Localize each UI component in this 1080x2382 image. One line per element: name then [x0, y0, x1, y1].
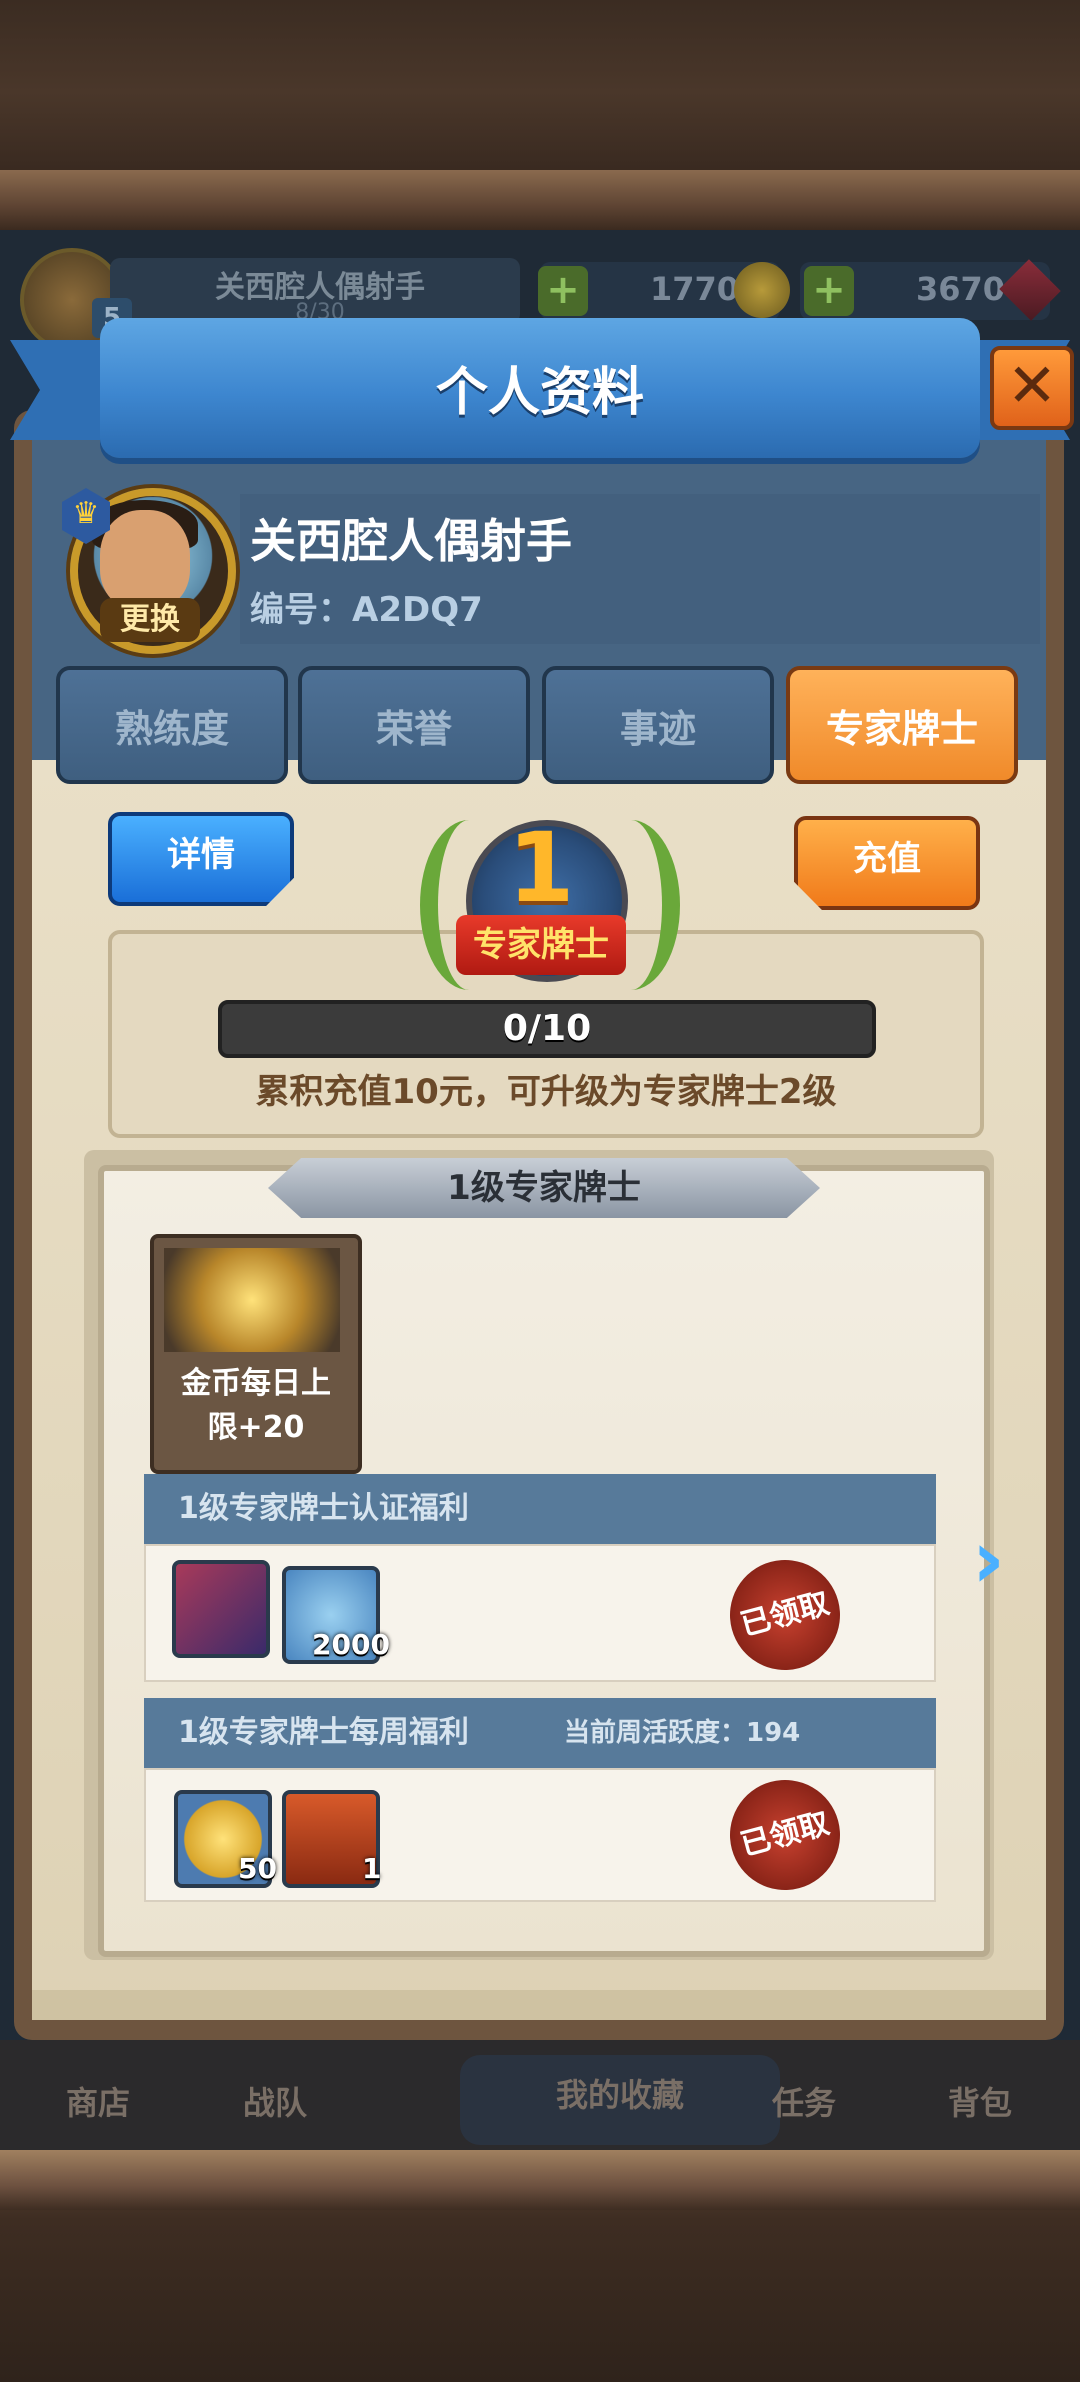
recharge-button[interactable]: 充值 — [794, 816, 980, 910]
perk-label-line1: 金币每日上 — [181, 1366, 331, 1401]
dialog-title: 个人资料 — [435, 363, 644, 423]
player-name: 关西腔人偶射手 — [250, 514, 572, 568]
nav-tasks[interactable]: 任务 — [724, 2078, 884, 2124]
nav-collection[interactable]: 我的收藏 — [540, 2070, 700, 2116]
background-bottom-rail — [0, 2150, 1080, 2210]
crown-icon: ♛ — [72, 496, 100, 531]
tab-honor[interactable]: 荣誉 — [298, 666, 530, 784]
coin-qty: 50 — [238, 1852, 277, 1885]
tab-deeds[interactable]: 事迹 — [542, 666, 774, 784]
panel-bottom-rim — [32, 1990, 1046, 2020]
background-top-rail — [0, 170, 1080, 230]
nav-bag[interactable]: 背包 — [900, 2078, 1060, 2124]
weekly-section-header: 1级专家牌士每周福利 当前周活跃度：194 — [144, 1698, 936, 1768]
nav-team[interactable]: 战队 — [195, 2078, 355, 2124]
details-button[interactable]: 详情 — [108, 812, 294, 906]
tab-expert[interactable]: 专家牌士 — [786, 666, 1018, 784]
player-id-row: 编号：A2DQ7 — [250, 582, 483, 631]
cert-section-title: 1级专家牌士认证福利 — [178, 1491, 469, 1526]
potion-qty: 2000 — [312, 1628, 390, 1661]
player-id-value: A2DQ7 — [352, 590, 483, 630]
weekly-section-title: 1级专家牌士每周福利 — [178, 1715, 469, 1750]
next-arrow-icon[interactable]: › — [972, 1520, 1022, 1600]
close-button[interactable]: ✕ — [990, 346, 1074, 430]
chest-qty: 1 — [362, 1852, 382, 1885]
progress-text: 0/10 — [502, 1008, 592, 1049]
gold-coin-icon — [734, 262, 790, 318]
change-avatar-button[interactable]: 更换 — [100, 598, 200, 642]
hud-gold: 1770 — [650, 270, 740, 308]
hero-icon[interactable] — [172, 1560, 270, 1658]
gold-chest-icon — [164, 1248, 340, 1352]
perk-label-line2: 限+20 — [207, 1410, 305, 1445]
badge-title: 专家牌士 — [456, 915, 626, 975]
hud-gems: 3670 — [916, 270, 1006, 308]
avatar-face — [100, 510, 190, 610]
perk-label: 金币每日上 限+20 — [150, 1362, 362, 1450]
scroll-title: 1级专家牌士 — [268, 1158, 820, 1218]
badge-level: 1 — [507, 812, 575, 924]
cert-section-header: 1级专家牌士认证福利 — [144, 1474, 936, 1544]
weekly-activity: 当前周活跃度：194 — [564, 1718, 801, 1748]
upgrade-hint: 累积充值10元，可升级为专家牌士2级 — [255, 1072, 837, 1112]
hud-gold-plus-button[interactable]: + — [538, 266, 588, 316]
tab-proficiency[interactable]: 熟练度 — [56, 666, 288, 784]
hud-gem-plus-button[interactable]: + — [804, 266, 854, 316]
player-id-label: 编号： — [250, 590, 352, 630]
nav-shop[interactable]: 商店 — [18, 2078, 178, 2124]
